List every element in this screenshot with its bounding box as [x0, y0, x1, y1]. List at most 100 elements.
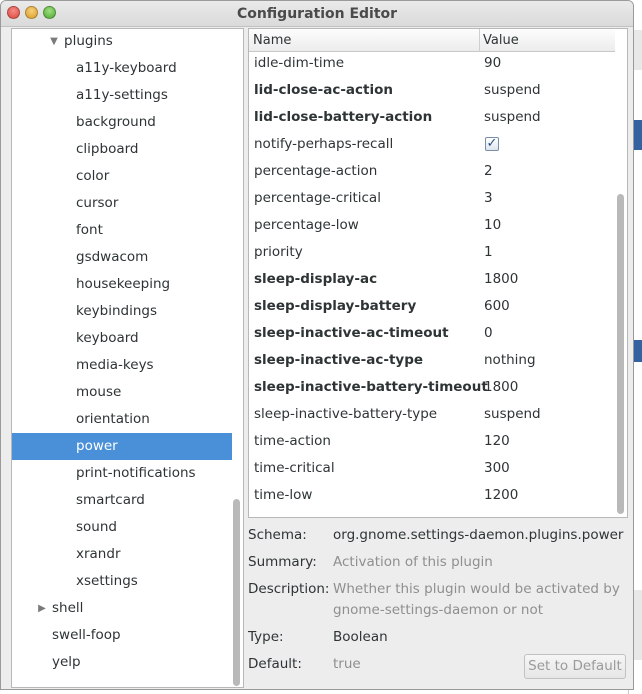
key-row[interactable]: sleep-inactive-battery-timeout 1800	[249, 374, 615, 401]
tree-item-label: yelp	[52, 654, 81, 670]
title-bar[interactable]: Configuration Editor	[1, 1, 633, 27]
key-value[interactable]: 120	[484, 428, 510, 455]
tree-item[interactable]: housekeeping	[12, 271, 232, 298]
key-value[interactable]: suspend	[484, 401, 541, 428]
tree-item-label: power	[76, 438, 118, 454]
key-name: time-low	[254, 487, 313, 503]
key-value[interactable]: 1800	[484, 266, 518, 293]
key-value[interactable]: 2	[484, 158, 493, 185]
tree-item[interactable]: swell-foop	[12, 622, 232, 649]
key-value[interactable]: 600	[484, 293, 510, 320]
key-value[interactable]: 3	[484, 185, 493, 212]
keys-list[interactable]: idle-dim-time 90 lid-close-ac-action suspen…	[248, 28, 628, 518]
tree-item-label: orientation	[76, 411, 150, 427]
key-name: lid-close-ac-action	[254, 82, 394, 98]
key-value[interactable]: suspend	[484, 77, 541, 104]
description-value-line1: Whether this plugin would be activated b…	[333, 581, 620, 597]
key-row[interactable]: sleep-display-battery 600	[249, 293, 615, 320]
tree-item[interactable]: yelp	[12, 649, 232, 676]
tree-item[interactable]: background	[12, 109, 232, 136]
tree-item[interactable]: power	[12, 433, 232, 460]
key-row[interactable]: idle-dim-time 90	[249, 50, 615, 77]
tree-item[interactable]: media-keys	[12, 352, 232, 379]
collapsed-arrow-icon[interactable]: ▶	[36, 595, 48, 622]
tree-item-label: print-notifications	[76, 465, 196, 481]
key-name: percentage-low	[254, 217, 359, 233]
key-value[interactable]: 1800	[484, 374, 518, 401]
column-separator	[479, 29, 480, 52]
key-row[interactable]: priority 1	[249, 239, 615, 266]
key-value[interactable]: 1200	[484, 482, 518, 509]
type-label: Type:	[248, 629, 284, 645]
tree-item[interactable]: smartcard	[12, 487, 232, 514]
tree-item[interactable]: keyboard	[12, 325, 232, 352]
key-name: percentage-action	[254, 163, 378, 179]
key-value[interactable]: 300	[484, 455, 510, 482]
background-window-selection	[633, 120, 642, 150]
tree-scrollbar-thumb[interactable]	[233, 499, 240, 686]
key-row[interactable]: percentage-critical 3	[249, 185, 615, 212]
key-name: sleep-inactive-battery-type	[254, 406, 438, 422]
tree-item[interactable]: ▼ plugins	[12, 29, 232, 55]
tree-item[interactable]: a11y-settings	[12, 82, 232, 109]
tree-item-label: housekeeping	[76, 276, 171, 292]
tree-item[interactable]: mouse	[12, 379, 232, 406]
tree-item-label: color	[76, 168, 110, 184]
tree-item[interactable]: gsdwacom	[12, 244, 232, 271]
key-row[interactable]: time-action 120	[249, 428, 615, 455]
expanded-arrow-icon[interactable]: ▼	[48, 29, 60, 55]
key-row[interactable]: lid-close-ac-action suspend	[249, 77, 615, 104]
key-row[interactable]: sleep-inactive-ac-type nothing	[249, 347, 615, 374]
key-name: priority	[254, 244, 303, 260]
set-to-default-button[interactable]: Set to Default	[524, 654, 626, 679]
key-row[interactable]: sleep-inactive-battery-type suspend	[249, 401, 615, 428]
tree-item[interactable]: xrandr	[12, 541, 232, 568]
tree-item-label: xsettings	[76, 573, 138, 589]
key-row[interactable]: percentage-action 2	[249, 158, 615, 185]
schema-tree[interactable]: yelp swell-foop ▶ shell xsettings xrandr sound…	[11, 28, 244, 688]
tree-item-label: clipboard	[76, 141, 139, 157]
tree-item-label: gsdwacom	[76, 249, 149, 265]
key-value[interactable]: 1	[484, 239, 493, 266]
tree-item[interactable]: print-notifications	[12, 460, 232, 487]
value-checkbox[interactable]: ✓	[485, 137, 499, 151]
key-value[interactable]: 10	[484, 212, 501, 239]
key-name: sleep-inactive-ac-type	[254, 352, 424, 368]
column-header-value[interactable]: Value	[483, 33, 519, 48]
tree-item[interactable]: sound	[12, 514, 232, 541]
key-row[interactable]: lid-close-battery-action suspend	[249, 104, 615, 131]
tree-scrollbar[interactable]	[232, 29, 242, 687]
key-row[interactable]: notify-perhaps-recall ✓	[249, 131, 615, 158]
column-header-name[interactable]: Name	[253, 33, 291, 48]
key-row[interactable]: sleep-inactive-ac-timeout 0	[249, 320, 615, 347]
tree-item[interactable]: cursor	[12, 190, 232, 217]
type-value: Boolean	[333, 629, 388, 645]
key-name: sleep-display-battery	[254, 298, 417, 314]
key-row[interactable]: time-critical 300	[249, 455, 615, 482]
key-name: sleep-inactive-battery-timeout	[254, 379, 488, 395]
key-value[interactable]: suspend	[484, 104, 541, 131]
tree-item-label: background	[76, 114, 156, 130]
key-value[interactable]: 90	[484, 50, 501, 77]
list-scrollbar-thumb[interactable]	[617, 194, 624, 514]
key-value[interactable]: 0	[484, 320, 493, 347]
key-row[interactable]: sleep-display-ac 1800	[249, 266, 615, 293]
tree-item[interactable]: a11y-keyboard	[12, 55, 232, 82]
key-value[interactable]: nothing	[484, 347, 536, 374]
tree-item[interactable]: ▶ shell	[12, 595, 232, 622]
schema-label: Schema:	[248, 527, 307, 543]
tree-item[interactable]: xsettings	[12, 568, 232, 595]
tree-item-label: font	[76, 222, 103, 238]
key-name: idle-dim-time	[254, 55, 345, 71]
key-name: sleep-inactive-ac-timeout	[254, 325, 449, 341]
default-value: true	[333, 656, 361, 672]
tree-item[interactable]: font	[12, 217, 232, 244]
tree-item[interactable]: color	[12, 163, 232, 190]
tree-item[interactable]: clipboard	[12, 136, 232, 163]
key-row[interactable]: percentage-low 10	[249, 212, 615, 239]
tree-item-label: smartcard	[76, 492, 145, 508]
tree-item-label: swell-foop	[52, 627, 121, 643]
tree-item[interactable]: keybindings	[12, 298, 232, 325]
tree-item[interactable]: orientation	[12, 406, 232, 433]
key-row[interactable]: time-low 1200	[249, 482, 615, 509]
